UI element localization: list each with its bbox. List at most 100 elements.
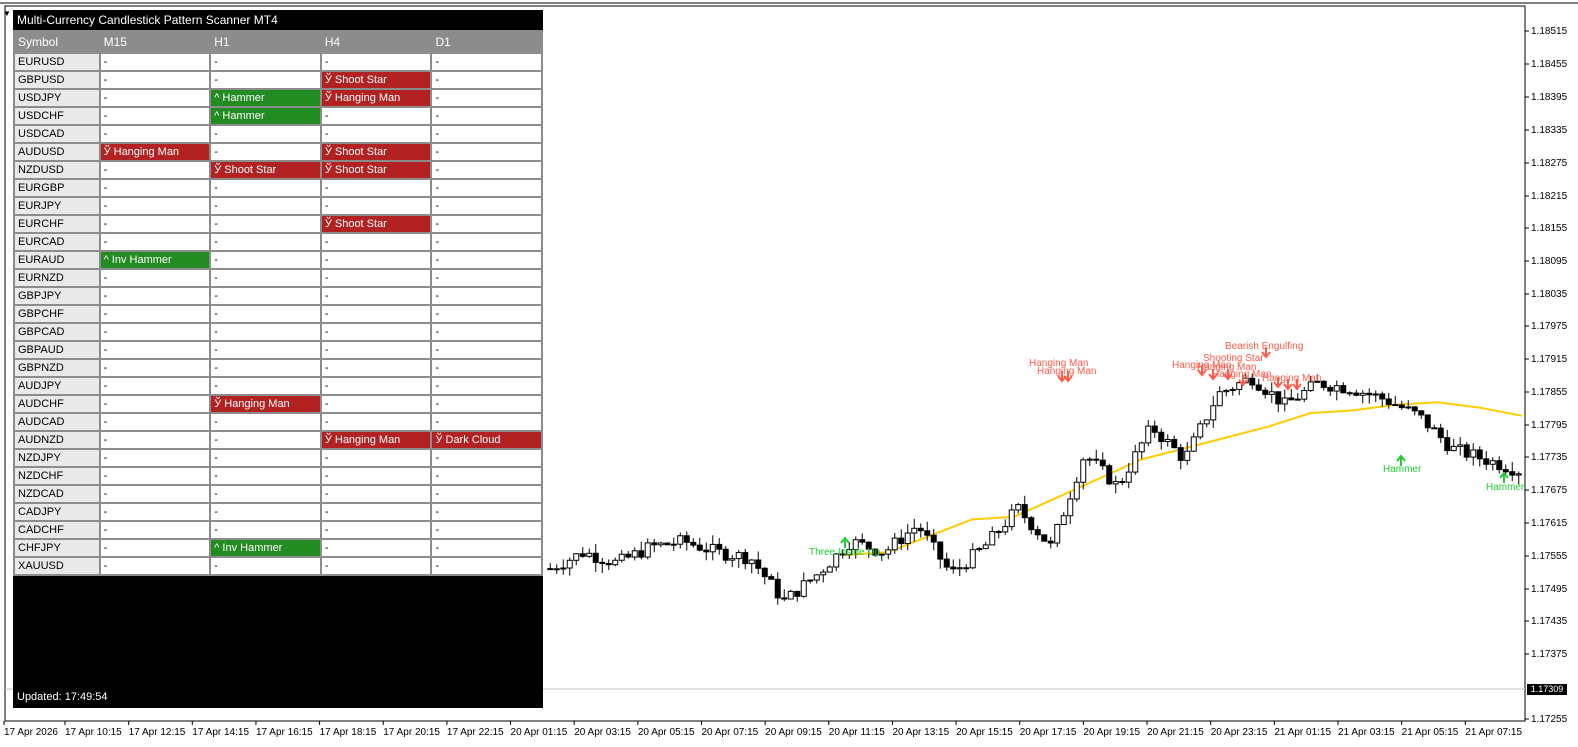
symbol-cell[interactable]: EURNZD (13, 268, 101, 288)
pattern-cell-empty[interactable]: - (319, 448, 433, 468)
pattern-cell-empty[interactable]: - (98, 412, 212, 432)
pattern-cell-empty[interactable]: - (209, 376, 322, 396)
pattern-cell-empty[interactable]: - (98, 88, 212, 108)
pattern-cell-empty[interactable]: - (209, 412, 322, 432)
symbol-cell[interactable]: GBPUSD (13, 70, 101, 90)
pattern-cell-empty[interactable]: - (209, 556, 322, 576)
pattern-cell-bullish[interactable]: ^ Hammer (209, 88, 322, 108)
pattern-cell-empty[interactable]: - (319, 520, 433, 540)
pattern-cell-empty[interactable]: - (98, 394, 212, 414)
pattern-cell-empty[interactable]: - (319, 124, 433, 144)
pattern-cell-empty[interactable]: - (209, 304, 322, 324)
pattern-cell-empty[interactable]: - (98, 538, 212, 558)
pattern-cell-empty[interactable]: - (430, 160, 543, 180)
pattern-cell-empty[interactable]: - (209, 232, 322, 252)
pattern-cell-empty[interactable]: - (209, 250, 322, 270)
pattern-cell-empty[interactable]: - (319, 106, 433, 126)
pattern-cell-empty[interactable]: - (98, 214, 212, 234)
pattern-cell-empty[interactable]: - (98, 304, 212, 324)
symbol-cell[interactable]: EURAUD (13, 250, 101, 270)
pattern-cell-empty[interactable]: - (430, 340, 543, 360)
symbol-cell[interactable]: CADJPY (13, 502, 101, 522)
pattern-cell-empty[interactable]: - (98, 340, 212, 360)
pattern-cell-empty[interactable]: - (209, 430, 322, 450)
pattern-cell-empty[interactable]: - (98, 70, 212, 90)
symbol-cell[interactable]: AUDUSD (13, 142, 101, 162)
pattern-cell-empty[interactable]: - (430, 196, 543, 216)
pattern-cell-empty[interactable]: - (319, 232, 433, 252)
pattern-cell-empty[interactable]: - (319, 286, 433, 306)
pattern-cell-empty[interactable]: - (319, 538, 433, 558)
pattern-cell-empty[interactable]: - (98, 466, 212, 486)
pattern-cell-empty[interactable]: - (209, 322, 322, 342)
pattern-cell-bearish[interactable]: Ў Hanging Man (319, 430, 433, 450)
pattern-cell-empty[interactable]: - (98, 286, 212, 306)
pattern-cell-empty[interactable]: - (319, 502, 433, 522)
symbol-cell[interactable]: CHFJPY (13, 538, 101, 558)
symbol-cell[interactable]: AUDCAD (13, 412, 101, 432)
pattern-cell-empty[interactable]: - (430, 106, 543, 126)
pattern-cell-empty[interactable]: - (98, 322, 212, 342)
pattern-cell-bearish[interactable]: Ў Shoot Star (319, 160, 433, 180)
pattern-cell-empty[interactable]: - (319, 304, 433, 324)
pattern-cell-empty[interactable]: - (430, 232, 543, 252)
pattern-cell-empty[interactable]: - (430, 376, 543, 396)
pattern-cell-empty[interactable]: - (98, 232, 212, 252)
pattern-cell-empty[interactable]: - (98, 520, 212, 540)
chart-corner-arrow-icon[interactable]: ▼ (3, 9, 11, 18)
pattern-cell-empty[interactable]: - (209, 178, 322, 198)
pattern-cell-empty[interactable]: - (98, 556, 212, 576)
pattern-cell-empty[interactable]: - (209, 142, 322, 162)
pattern-cell-empty[interactable]: - (430, 448, 543, 468)
pattern-cell-empty[interactable]: - (319, 250, 433, 270)
pattern-cell-bullish[interactable]: ^ Inv Hammer (98, 250, 212, 270)
pattern-cell-empty[interactable]: - (98, 196, 212, 216)
symbol-cell[interactable]: NZDCAD (13, 484, 101, 504)
pattern-cell-empty[interactable]: - (430, 322, 543, 342)
pattern-cell-empty[interactable]: - (209, 520, 322, 540)
pattern-cell-empty[interactable]: - (430, 538, 543, 558)
pattern-cell-empty[interactable]: - (319, 178, 433, 198)
pattern-cell-empty[interactable]: - (319, 358, 433, 378)
pattern-cell-bullish[interactable]: ^ Inv Hammer (209, 538, 322, 558)
pattern-cell-empty[interactable]: - (430, 178, 543, 198)
symbol-cell[interactable]: GBPJPY (13, 286, 101, 306)
pattern-cell-empty[interactable]: - (430, 142, 543, 162)
pattern-cell-empty[interactable]: - (209, 448, 322, 468)
pattern-cell-bearish[interactable]: Ў Hanging Man (98, 142, 212, 162)
pattern-cell-empty[interactable]: - (430, 466, 543, 486)
pattern-cell-bearish[interactable]: Ў Shoot Star (209, 160, 322, 180)
pattern-cell-empty[interactable]: - (319, 556, 433, 576)
pattern-cell-empty[interactable]: - (209, 268, 322, 288)
pattern-cell-empty[interactable]: - (209, 196, 322, 216)
pattern-cell-empty[interactable]: - (98, 430, 212, 450)
pattern-cell-empty[interactable]: - (98, 106, 212, 126)
pattern-cell-empty[interactable]: - (319, 340, 433, 360)
pattern-cell-empty[interactable]: - (98, 124, 212, 144)
pattern-cell-empty[interactable]: - (98, 502, 212, 522)
symbol-cell[interactable]: EURJPY (13, 196, 101, 216)
pattern-cell-empty[interactable]: - (319, 322, 433, 342)
pattern-cell-bearish[interactable]: Ў Shoot Star (319, 70, 433, 90)
pattern-cell-empty[interactable]: - (319, 196, 433, 216)
pattern-cell-empty[interactable]: - (209, 70, 322, 90)
symbol-cell[interactable]: GBPAUD (13, 340, 101, 360)
pattern-cell-bearish[interactable]: Ў Hanging Man (319, 88, 433, 108)
pattern-cell-empty[interactable]: - (209, 502, 322, 522)
pattern-cell-empty[interactable]: - (319, 412, 433, 432)
symbol-cell[interactable]: USDCHF (13, 106, 101, 126)
pattern-cell-empty[interactable]: - (209, 214, 322, 234)
symbol-cell[interactable]: GBPNZD (13, 358, 101, 378)
pattern-cell-empty[interactable]: - (430, 412, 543, 432)
pattern-cell-empty[interactable]: - (98, 358, 212, 378)
pattern-cell-empty[interactable]: - (209, 124, 322, 144)
symbol-cell[interactable]: EURUSD (13, 52, 101, 72)
pattern-cell-empty[interactable]: - (430, 358, 543, 378)
pattern-cell-empty[interactable]: - (98, 178, 212, 198)
pattern-cell-empty[interactable]: - (430, 556, 543, 576)
pattern-cell-empty[interactable]: - (209, 286, 322, 306)
pattern-cell-empty[interactable]: - (430, 286, 543, 306)
pattern-cell-empty[interactable]: - (319, 466, 433, 486)
pattern-cell-empty[interactable]: - (209, 52, 322, 72)
pattern-cell-empty[interactable]: - (430, 88, 543, 108)
